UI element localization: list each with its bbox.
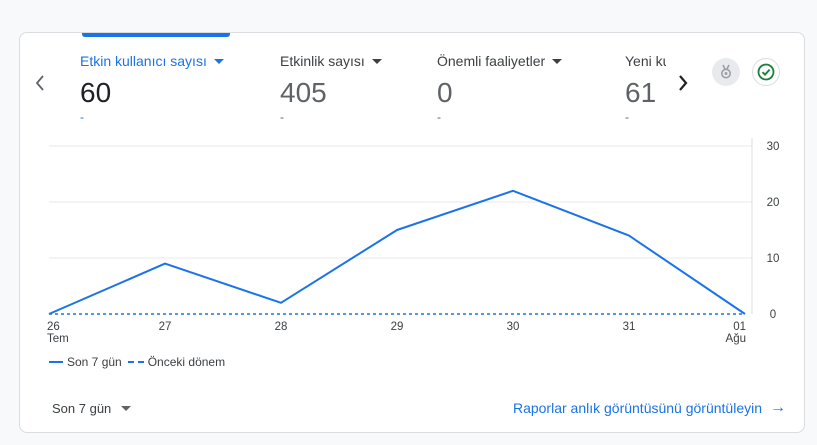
y-tick-label: 0 <box>770 309 776 321</box>
x-tick-label: 28 <box>275 321 288 333</box>
x-tick-sublabel: Tem <box>47 333 69 345</box>
legend-item-previous: Önceki dönem <box>127 355 226 369</box>
legend-item-current: Son 7 gün <box>49 355 122 369</box>
x-tick-label: 27 <box>159 321 172 333</box>
caret-down-icon <box>121 406 132 411</box>
series-line-current <box>48 189 746 315</box>
report-link-label: Raporlar anlık görüntüsünü görüntüleyin <box>512 400 762 416</box>
y-tick-label: 10 <box>767 253 780 265</box>
x-tick-label: 01 <box>733 321 746 333</box>
x-tick-label: 30 <box>507 321 520 333</box>
date-range-dropdown[interactable]: Son 7 gün <box>46 397 137 420</box>
legend-label: Son 7 gün <box>67 355 122 369</box>
line-chart: 0 10 20 30 26Tem 27 28 29 30 31 01Ağu <box>47 138 780 345</box>
view-reports-snapshot-link[interactable]: Raporlar anlık görüntüsünü görüntüleyin … <box>513 399 786 417</box>
arrow-right-icon: → <box>770 399 786 416</box>
date-range-label: Son 7 gün <box>52 401 112 416</box>
overview-card: Etkin kullanıcı sayısı 60 - Etkinlik say… <box>19 32 805 433</box>
chart-legend: Son 7 gün Önceki dönem <box>49 355 231 369</box>
y-tick-label: 30 <box>767 141 780 153</box>
x-tick-label: 26 <box>47 321 60 333</box>
legend-swatch-dashed <box>127 361 144 363</box>
x-tick-label: 31 <box>623 321 636 333</box>
legend-label: Önceki dönem <box>147 355 226 369</box>
x-tick-sublabel: Ağu <box>726 333 746 345</box>
y-tick-label: 20 <box>767 197 780 209</box>
legend-swatch-solid <box>49 361 63 363</box>
x-tick-label: 29 <box>391 321 404 333</box>
